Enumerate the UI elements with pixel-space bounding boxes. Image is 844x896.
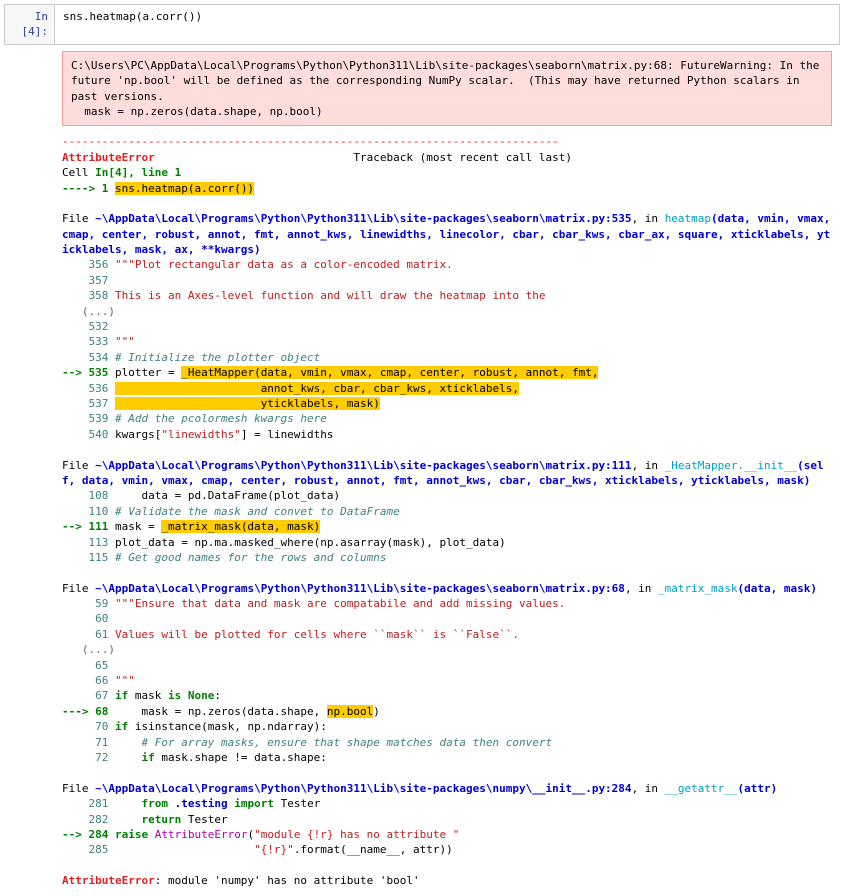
src-arrow: --> 111 mask = _matrix_mask(data, mask) bbox=[62, 519, 832, 534]
src: 67 if mask is None: bbox=[62, 688, 832, 703]
src: (...) bbox=[62, 304, 832, 319]
src: 110 # Validate the mask and convet to Da… bbox=[62, 504, 832, 519]
frame-arrow: ----> 1 sns.heatmap(a.corr()) bbox=[62, 181, 832, 196]
src: 281 from .testing import Tester bbox=[62, 796, 832, 811]
final-error: AttributeError: module 'numpy' has no at… bbox=[62, 873, 832, 888]
src: 113 plot_data = np.ma.masked_where(np.as… bbox=[62, 535, 832, 550]
src: (...) bbox=[62, 642, 832, 657]
src: 537 yticklabels, mask) bbox=[62, 396, 832, 411]
src: 71 # For array masks, ensure that shape … bbox=[62, 735, 832, 750]
error-header: AttributeError Traceback (most recent ca… bbox=[62, 150, 832, 165]
cell-ref: Cell In[4], line 1 bbox=[62, 165, 832, 180]
src: 61 Values will be plotted for cells wher… bbox=[62, 627, 832, 642]
src: 534 # Initialize the plotter object bbox=[62, 350, 832, 365]
src-arrow: --> 535 plotter = _HeatMapper(data, vmin… bbox=[62, 365, 832, 380]
frame-4: File ~\AppData\Local\Programs\Python\Pyt… bbox=[62, 781, 832, 796]
error-name: AttributeError bbox=[62, 151, 155, 164]
src: 540 kwargs["linewidths"] = linewidths bbox=[62, 427, 832, 442]
src: 70 if isinstance(mask, np.ndarray): bbox=[62, 719, 832, 734]
frame-3: File ~\AppData\Local\Programs\Python\Pyt… bbox=[62, 581, 832, 596]
input-prompt: In [4]: bbox=[5, 5, 55, 44]
src-arrow: ---> 68 mask = np.zeros(data.shape, np.b… bbox=[62, 704, 832, 719]
output-area: C:\Users\PC\AppData\Local\Programs\Pytho… bbox=[4, 45, 840, 893]
traceback-label: Traceback (most recent call last) bbox=[353, 151, 572, 164]
src: 72 if mask.shape != data.shape: bbox=[62, 750, 832, 765]
src: 357 bbox=[62, 273, 832, 288]
src: 533 """ bbox=[62, 334, 832, 349]
future-warning: C:\Users\PC\AppData\Local\Programs\Pytho… bbox=[62, 51, 832, 127]
src: 282 return Tester bbox=[62, 812, 832, 827]
src: 532 bbox=[62, 319, 832, 334]
src: 285 "{!r}".format(__name__, attr)) bbox=[62, 842, 832, 857]
src: 65 bbox=[62, 658, 832, 673]
src: 60 bbox=[62, 611, 832, 626]
src: 66 """ bbox=[62, 673, 832, 688]
divider: ----------------------------------------… bbox=[62, 134, 832, 149]
frame-1: File ~\AppData\Local\Programs\Python\Pyt… bbox=[62, 211, 832, 257]
src: 539 # Add the pcolormesh kwargs here bbox=[62, 411, 832, 426]
src: 356 """Plot rectangular data as a color-… bbox=[62, 257, 832, 272]
src: 108 data = pd.DataFrame(plot_data) bbox=[62, 488, 832, 503]
input-cell: In [4]: sns.heatmap(a.corr()) bbox=[4, 4, 840, 45]
src: 115 # Get good names for the rows and co… bbox=[62, 550, 832, 565]
src: 59 """Ensure that data and mask are comp… bbox=[62, 596, 832, 611]
code-input[interactable]: sns.heatmap(a.corr()) bbox=[55, 5, 839, 44]
src: 358 This is an Axes-level function and w… bbox=[62, 288, 832, 303]
src-arrow: --> 284 raise AttributeError("module {!r… bbox=[62, 827, 832, 842]
frame-2: File ~\AppData\Local\Programs\Python\Pyt… bbox=[62, 458, 832, 489]
src: 536 annot_kws, cbar, cbar_kws, xticklabe… bbox=[62, 381, 832, 396]
